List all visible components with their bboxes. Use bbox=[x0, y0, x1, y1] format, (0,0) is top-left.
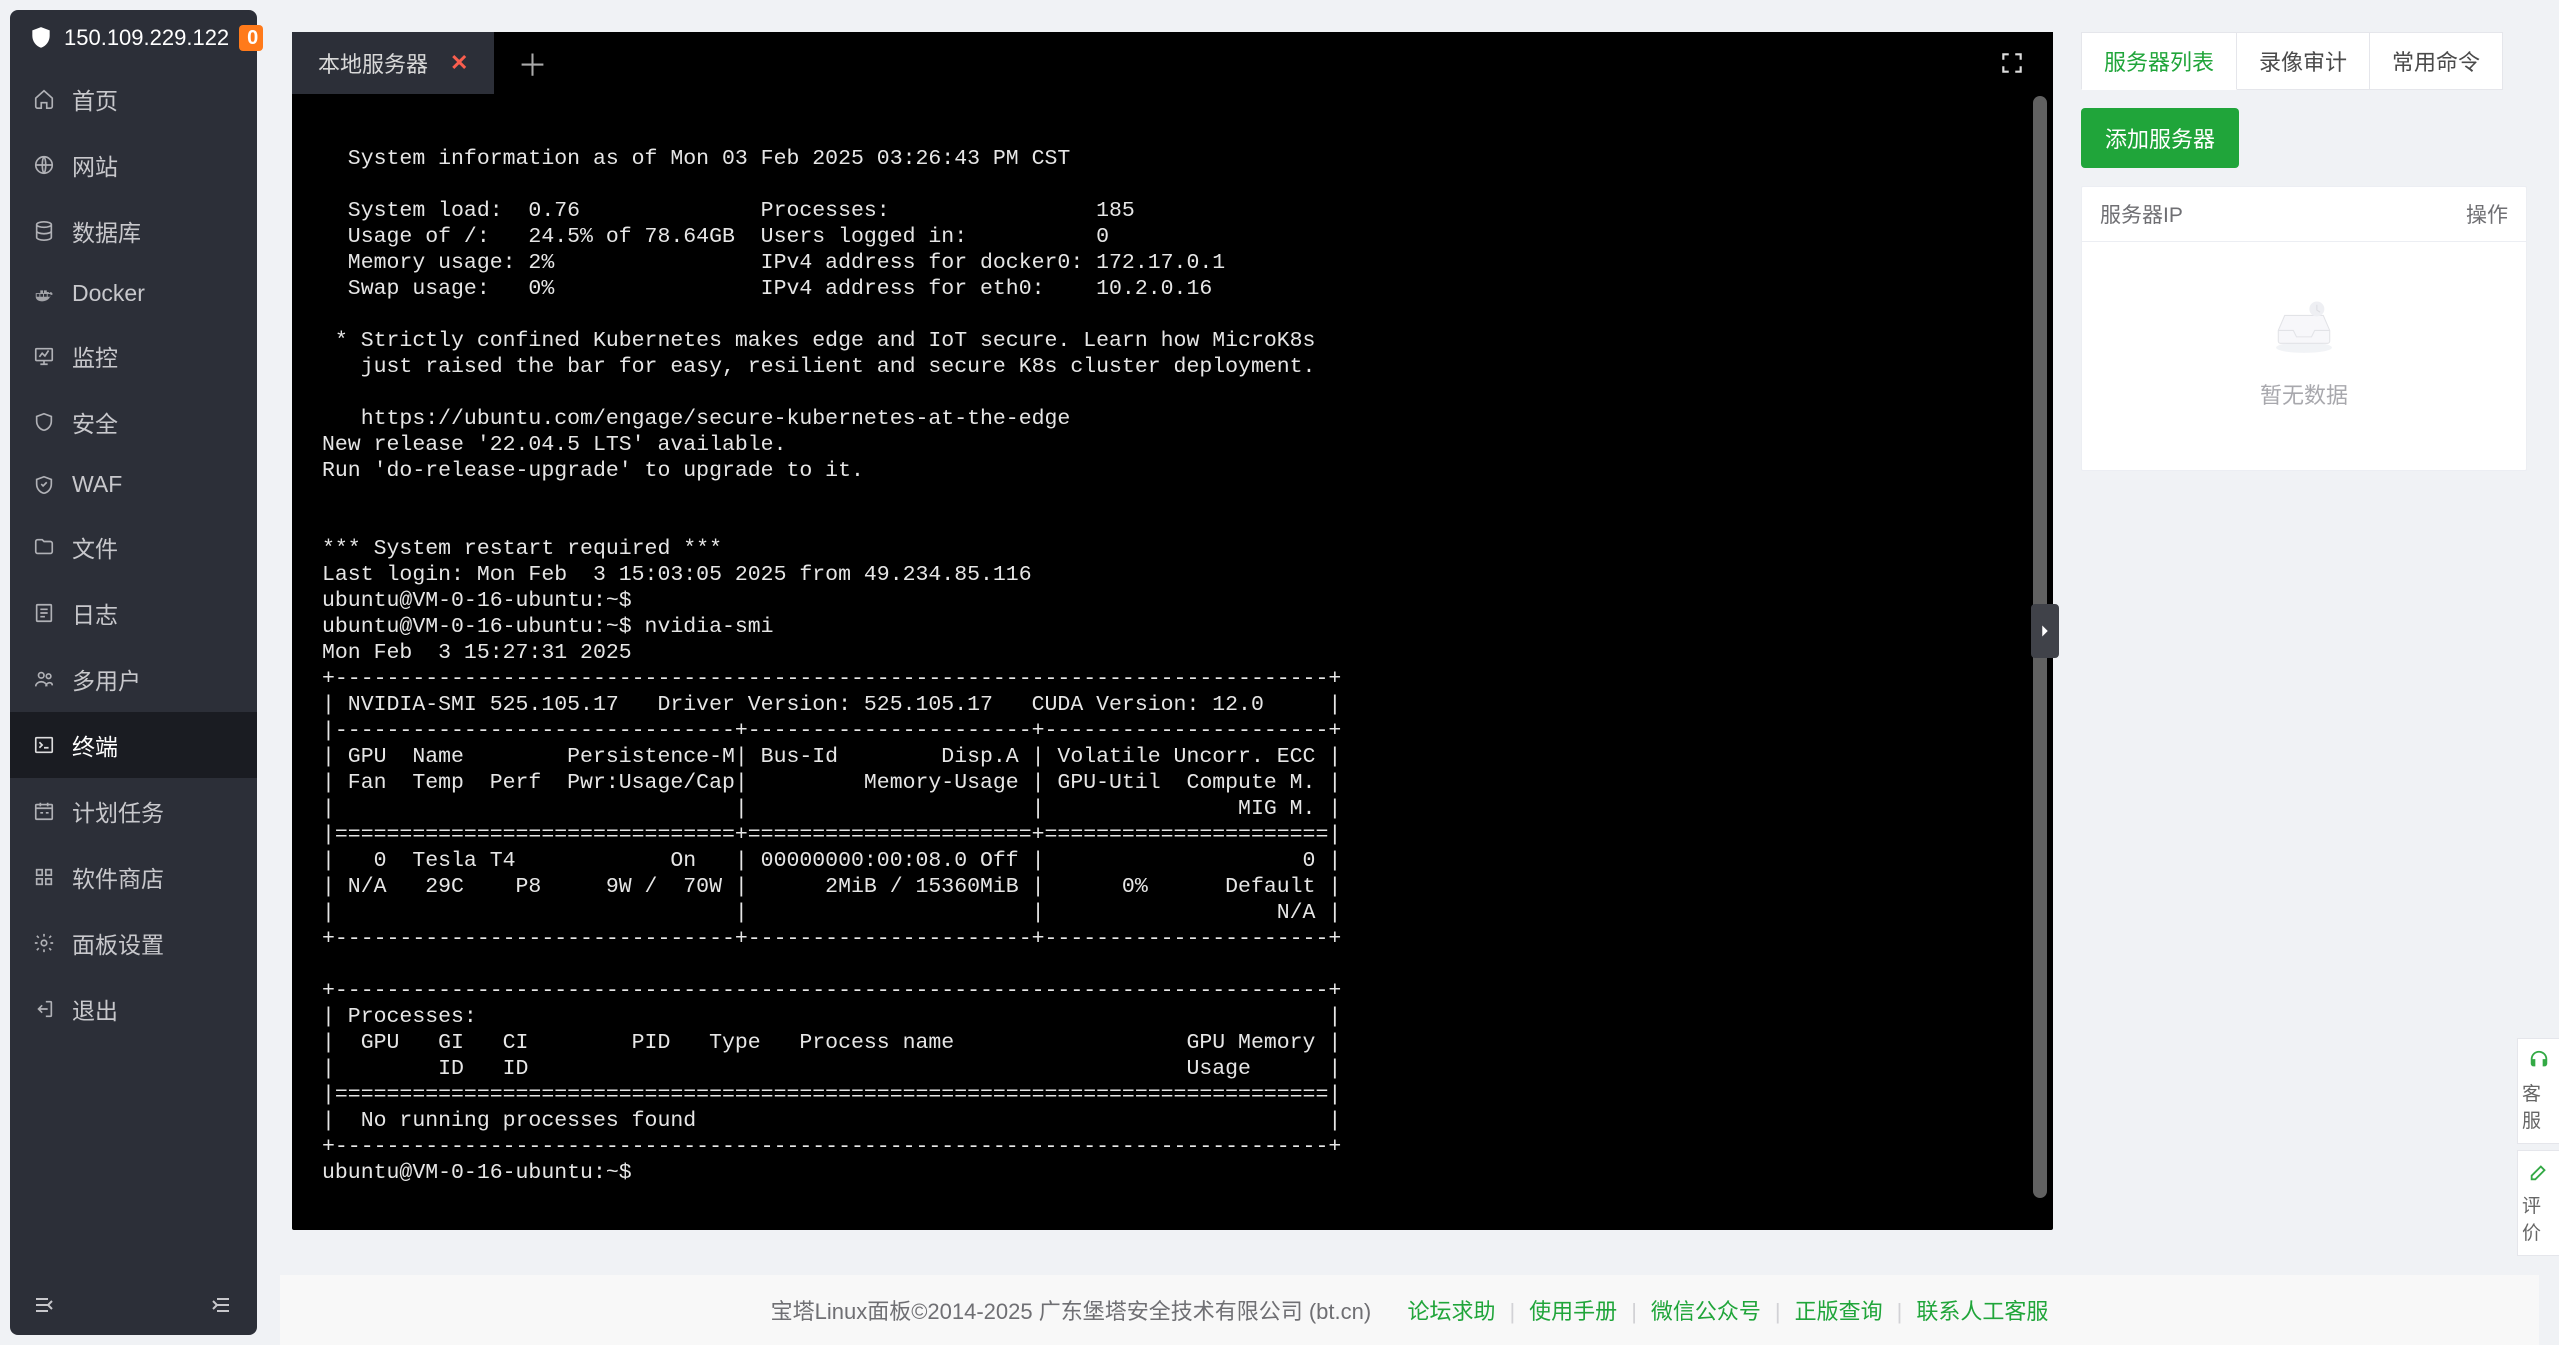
globe-icon bbox=[32, 153, 56, 177]
sidebar-item-globe[interactable]: 网站 bbox=[10, 132, 257, 198]
footer: 宝塔Linux面板©2014-2025 广东堡塔安全技术有限公司 (bt.cn)… bbox=[280, 1275, 2539, 1345]
sidebar: 150.109.229.122 0 首页网站数据库 Docker 监控安全 WAF 文件… bbox=[10, 10, 257, 1335]
sidebar-item-label: 日志 bbox=[72, 596, 118, 630]
sidebar-item-logout[interactable]: 退出 bbox=[10, 976, 257, 1042]
sidebar-item-label: 安全 bbox=[72, 405, 118, 439]
fullscreen-button[interactable] bbox=[1971, 32, 2053, 94]
right-tab-0[interactable]: 服务器列表 bbox=[2081, 32, 2237, 90]
terminal-pane: 本地服务器 ✕ ＋ System information as of Mon 0… bbox=[292, 32, 2053, 1230]
waf-icon bbox=[32, 473, 56, 497]
monitor-icon bbox=[32, 344, 56, 368]
log-icon bbox=[32, 601, 56, 625]
sidebar-nav: 首页网站数据库 Docker 监控安全 WAF 文件日志多用户终端计划任务软件商店面板设… bbox=[10, 66, 257, 1277]
sidebar-item-label: 监控 bbox=[72, 339, 118, 373]
users-icon bbox=[32, 667, 56, 691]
sidebar-item-label: WAF bbox=[72, 471, 122, 498]
terminal-icon bbox=[32, 733, 56, 757]
headset-icon bbox=[2528, 1049, 2550, 1077]
shield-icon bbox=[28, 24, 54, 52]
sidebar-item-label: 面板设置 bbox=[72, 926, 164, 960]
sidebar-header: 150.109.229.122 0 bbox=[10, 10, 257, 66]
docker-icon bbox=[32, 282, 56, 306]
sidebar-item-label: 计划任务 bbox=[72, 794, 164, 828]
collapse-left-icon[interactable] bbox=[32, 1293, 58, 1319]
float-buttons: 客服 评价 bbox=[2517, 1038, 2559, 1256]
sidebar-item-schedule[interactable]: 计划任务 bbox=[10, 778, 257, 844]
pingjia-label: 评价 bbox=[2522, 1191, 2555, 1245]
notification-badge[interactable]: 0 bbox=[239, 25, 263, 51]
right-panel: 服务器列表录像审计常用命令 添加服务器 服务器IP 操作 暂无数据 bbox=[2081, 32, 2527, 1230]
sidebar-item-shield[interactable]: 安全 bbox=[10, 389, 257, 455]
terminal-tabs: 本地服务器 ✕ ＋ bbox=[292, 32, 2053, 94]
sidebar-item-terminal[interactable]: 终端 bbox=[10, 712, 257, 778]
collapse-right-icon[interactable] bbox=[209, 1293, 235, 1319]
settings-icon bbox=[32, 931, 56, 955]
right-tabs: 服务器列表录像审计常用命令 bbox=[2081, 32, 2527, 90]
sidebar-item-docker[interactable]: Docker bbox=[10, 264, 257, 323]
folder-icon bbox=[32, 535, 56, 559]
schedule-icon bbox=[32, 799, 56, 823]
terminal-tab-local[interactable]: 本地服务器 ✕ bbox=[292, 32, 495, 94]
apps-icon bbox=[32, 865, 56, 889]
close-icon[interactable]: ✕ bbox=[450, 50, 468, 76]
empty-icon bbox=[2268, 294, 2340, 354]
sidebar-item-label: 数据库 bbox=[72, 214, 141, 248]
add-server-button[interactable]: 添加服务器 bbox=[2081, 108, 2239, 168]
footer-link-0[interactable]: 论坛求助 bbox=[1407, 1299, 1495, 1324]
empty-text: 暂无数据 bbox=[2260, 378, 2348, 410]
kefu-button[interactable]: 客服 bbox=[2517, 1038, 2559, 1144]
sidebar-item-label: 软件商店 bbox=[72, 860, 164, 894]
footer-link-2[interactable]: 微信公众号 bbox=[1651, 1299, 1761, 1324]
right-tab-2[interactable]: 常用命令 bbox=[2370, 32, 2503, 90]
home-icon bbox=[32, 87, 56, 111]
plus-icon: ＋ bbox=[517, 41, 547, 85]
sidebar-item-label: 退出 bbox=[72, 992, 118, 1026]
database-icon bbox=[32, 219, 56, 243]
kefu-label: 客服 bbox=[2522, 1079, 2555, 1133]
sidebar-footer bbox=[10, 1277, 257, 1335]
edit-icon bbox=[2528, 1161, 2550, 1189]
main-area: 本地服务器 ✕ ＋ System information as of Mon 0… bbox=[292, 32, 2527, 1230]
sidebar-item-database[interactable]: 数据库 bbox=[10, 198, 257, 264]
sidebar-item-folder[interactable]: 文件 bbox=[10, 514, 257, 580]
sidebar-item-monitor[interactable]: 监控 bbox=[10, 323, 257, 389]
server-table: 服务器IP 操作 暂无数据 bbox=[2081, 186, 2527, 471]
sidebar-item-label: 文件 bbox=[72, 530, 118, 564]
expand-handle[interactable] bbox=[2031, 604, 2059, 658]
server-table-header: 服务器IP 操作 bbox=[2082, 187, 2526, 242]
add-tab-button[interactable]: ＋ bbox=[495, 32, 570, 94]
sidebar-item-log[interactable]: 日志 bbox=[10, 580, 257, 646]
server-ip[interactable]: 150.109.229.122 bbox=[64, 25, 229, 51]
sidebar-item-label: 首页 bbox=[72, 82, 118, 116]
sidebar-item-label: Docker bbox=[72, 280, 145, 307]
terminal-output: System information as of Mon 03 Feb 2025… bbox=[322, 120, 2023, 1186]
sidebar-item-home[interactable]: 首页 bbox=[10, 66, 257, 132]
col-server-ip: 服务器IP bbox=[2100, 199, 2183, 229]
col-operation: 操作 bbox=[2466, 199, 2508, 229]
shield-icon bbox=[32, 410, 56, 434]
sidebar-item-label: 终端 bbox=[72, 728, 118, 762]
sidebar-item-users[interactable]: 多用户 bbox=[10, 646, 257, 712]
sidebar-item-settings[interactable]: 面板设置 bbox=[10, 910, 257, 976]
logout-icon bbox=[32, 997, 56, 1021]
footer-link-1[interactable]: 使用手册 bbox=[1529, 1299, 1617, 1324]
server-table-empty: 暂无数据 bbox=[2082, 242, 2526, 470]
footer-link-3[interactable]: 正版查询 bbox=[1795, 1299, 1883, 1324]
terminal-tab-label: 本地服务器 bbox=[318, 47, 428, 79]
footer-link-4[interactable]: 联系人工客服 bbox=[1916, 1299, 2048, 1324]
right-tab-1[interactable]: 录像审计 bbox=[2237, 32, 2370, 90]
sidebar-item-label: 网站 bbox=[72, 148, 118, 182]
pingjia-button[interactable]: 评价 bbox=[2517, 1150, 2559, 1256]
footer-copyright: 宝塔Linux面板©2014-2025 广东堡塔安全技术有限公司 (bt.cn) bbox=[771, 1294, 1372, 1326]
sidebar-item-apps[interactable]: 软件商店 bbox=[10, 844, 257, 910]
terminal-body[interactable]: System information as of Mon 03 Feb 2025… bbox=[292, 94, 2053, 1230]
sidebar-item-waf[interactable]: WAF bbox=[10, 455, 257, 514]
sidebar-item-label: 多用户 bbox=[72, 662, 141, 696]
